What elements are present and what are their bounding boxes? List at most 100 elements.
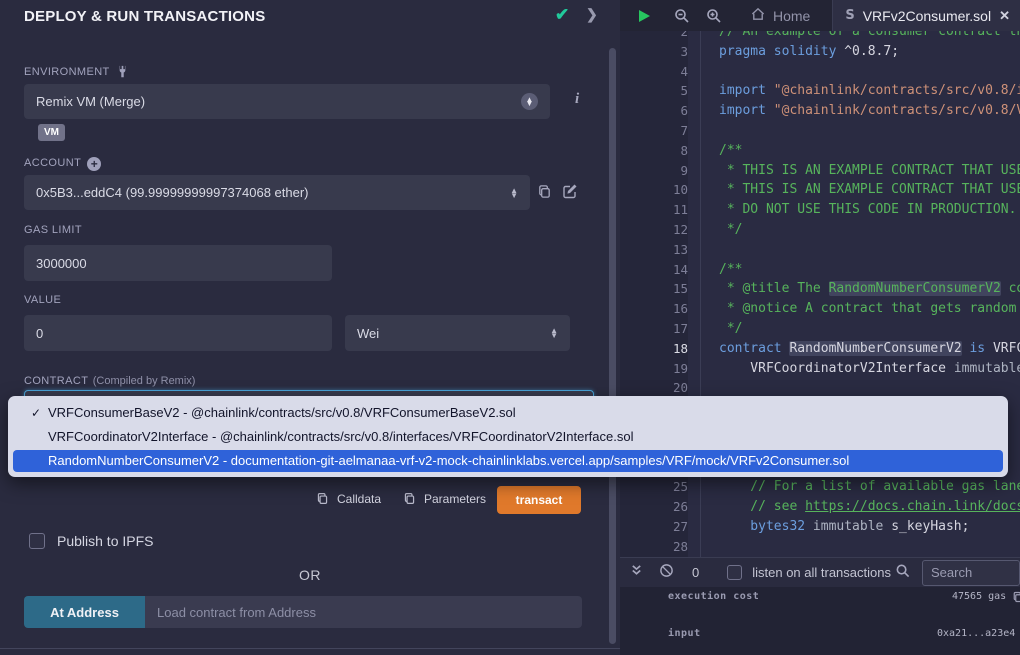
- tab-vrfv2consumer[interactable]: S VRFv2Consumer.sol ✕: [832, 0, 1020, 31]
- code-text: [700, 240, 1020, 260]
- tab-home[interactable]: Home: [742, 0, 818, 31]
- code-text: bytes32 immutable s_keyHash;: [700, 517, 1020, 537]
- line-number: 15: [620, 279, 688, 299]
- line-number: 27: [620, 517, 688, 537]
- editor-tabbar: Home S VRFv2Consumer.sol ✕: [620, 0, 1020, 31]
- value-unit-spinner-icon: ▲▼: [550, 328, 558, 338]
- environment-select[interactable]: Remix VM (Merge) ▲▼: [24, 84, 550, 119]
- code-text: import "@chainlink/contracts/src/v0.8/in: [700, 81, 1020, 101]
- transact-button[interactable]: transact: [497, 486, 581, 514]
- or-separator: OR: [0, 567, 620, 583]
- publish-ipfs-checkbox[interactable]: [29, 533, 45, 549]
- environment-label-row: ENVIRONMENT: [24, 62, 129, 83]
- copy-calldata-icon[interactable]: [316, 492, 329, 510]
- line-number: 2: [620, 31, 688, 42]
- compile-success-check-icon: ✔: [555, 5, 569, 25]
- account-label: ACCOUNT: [24, 157, 81, 169]
- code-line-3: 3 pragma solidity ^0.8.7;: [620, 42, 1020, 62]
- line-number: 12: [620, 220, 688, 240]
- copy-account-icon[interactable]: [537, 184, 552, 204]
- code-line-12: 12 */: [620, 220, 1020, 240]
- account-select[interactable]: 0x5B3...eddC4 (99.99999999997374068 ethe…: [24, 175, 530, 210]
- environment-spinner-icon: ▲▼: [521, 93, 538, 110]
- environment-value: Remix VM (Merge): [36, 94, 145, 109]
- value-unit: Wei: [357, 326, 379, 341]
- environment-info-icon[interactable]: i: [575, 91, 579, 108]
- contract-label-row: CONTRACT (Compiled by Remix): [24, 371, 195, 389]
- vm-badge: VM: [38, 124, 65, 141]
- run-script-icon[interactable]: [636, 8, 652, 24]
- code-text: pragma solidity ^0.8.7;: [700, 42, 1020, 62]
- line-number: 14: [620, 260, 688, 280]
- code-text: [700, 121, 1020, 141]
- terminal-expand-icon[interactable]: [630, 563, 643, 582]
- listen-all-label: listen on all transactions: [752, 565, 891, 580]
- close-tab-icon[interactable]: ✕: [999, 8, 1010, 24]
- at-address-button[interactable]: At Address: [24, 596, 145, 628]
- terminal-search-input[interactable]: [922, 560, 1020, 586]
- code-text: * THIS IS AN EXAMPLE CONTRACT THAT USES: [700, 161, 1020, 181]
- panel-scrollbar[interactable]: [609, 48, 616, 644]
- account-value: 0x5B3...eddC4 (99.99999999997374068 ethe…: [36, 185, 309, 200]
- line-number: 13: [620, 240, 688, 260]
- code-text: // An example of a consumer contract tha…: [700, 31, 1020, 42]
- contract-sublabel: (Compiled by Remix): [93, 375, 196, 387]
- code-text: VRFCoordinatorV2Interface immutable: [700, 359, 1020, 379]
- deploy-run-panel: DEPLOY & RUN TRANSACTIONS ✔ ❯ ENVIRONMEN…: [0, 0, 620, 655]
- copy-value-icon[interactable]: [1012, 590, 1020, 608]
- zoom-out-icon[interactable]: [674, 8, 690, 24]
- code-line-7: 7: [620, 121, 1020, 141]
- clear-console-icon[interactable]: [659, 563, 674, 583]
- value-label: VALUE: [24, 294, 61, 306]
- line-number: 3: [620, 42, 688, 62]
- listen-all-checkbox[interactable]: [727, 565, 742, 580]
- code-text: */: [700, 319, 1020, 339]
- publish-ipfs-label: Publish to IPFS: [57, 533, 154, 549]
- contract-option-label: VRFCoordinatorV2Interface - @chainlink/c…: [48, 429, 633, 444]
- value-input[interactable]: [24, 315, 332, 351]
- terminal-row-value: 0xa21...a23e4: [937, 628, 1015, 639]
- code-text: // For a list of available gas lanes: [700, 477, 1020, 497]
- code-text: [700, 62, 1020, 82]
- edit-account-icon[interactable]: [562, 183, 578, 204]
- at-address-input[interactable]: [145, 596, 582, 628]
- value-unit-select[interactable]: Wei ▲▼: [345, 315, 570, 351]
- code-line-28: 28: [620, 537, 1020, 557]
- parameters-label[interactable]: Parameters: [424, 492, 486, 506]
- code-line-9: 9 * THIS IS AN EXAMPLE CONTRACT THAT USE…: [620, 161, 1020, 181]
- code-line-19: 19 VRFCoordinatorV2Interface immutable: [620, 359, 1020, 379]
- solidity-file-icon: S: [845, 8, 854, 23]
- code-text: * THIS IS AN EXAMPLE CONTRACT THAT USES: [700, 180, 1020, 200]
- code-line-5: 5import "@chainlink/contracts/src/v0.8/i…: [620, 81, 1020, 101]
- code-text: * @notice A contract that gets random v: [700, 299, 1020, 319]
- code-line-27: 27 bytes32 immutable s_keyHash;: [620, 517, 1020, 537]
- section-divider: [0, 648, 620, 649]
- code-text: /**: [700, 260, 1020, 280]
- zoom-in-icon[interactable]: [706, 8, 722, 24]
- terminal-row-label: execution cost: [668, 591, 759, 602]
- plug-icon: [116, 65, 129, 82]
- code-line-25: 25 // For a list of available gas lanes: [620, 477, 1020, 497]
- code-editor[interactable]: 2 // An example of a consumer contract th…: [620, 31, 1020, 557]
- line-number: 19: [620, 359, 688, 379]
- selected-check-icon: ✓: [31, 401, 41, 425]
- line-number: 6: [620, 101, 688, 121]
- code-line-17: 17 */: [620, 319, 1020, 339]
- code-line-18: 18contract RandomNumberConsumerV2 is VRF…: [620, 339, 1020, 359]
- environment-label: ENVIRONMENT: [24, 66, 110, 78]
- contract-option-1[interactable]: VRFCoordinatorV2Interface - @chainlink/c…: [8, 425, 1008, 449]
- code-text: [700, 537, 1020, 557]
- contract-option-label: VRFConsumerBaseV2 - @chainlink/contracts…: [48, 405, 516, 420]
- line-number: 28: [620, 537, 688, 557]
- line-number: 16: [620, 299, 688, 319]
- code-line-11: 11 * DO NOT USE THIS CODE IN PRODUCTION.: [620, 200, 1020, 220]
- code-line-16: 16 * @notice A contract that gets random…: [620, 299, 1020, 319]
- add-account-icon[interactable]: +: [87, 157, 101, 171]
- gas-limit-input[interactable]: [24, 245, 332, 281]
- line-number: 18: [620, 339, 688, 359]
- copy-parameters-icon[interactable]: [403, 492, 416, 510]
- contract-option-2[interactable]: RandomNumberConsumerV2 - documentation-g…: [13, 450, 1003, 472]
- panel-collapse-chevron-icon[interactable]: ❯: [586, 6, 598, 23]
- contract-option-0[interactable]: ✓ VRFConsumerBaseV2 - @chainlink/contract…: [8, 401, 1008, 425]
- calldata-label[interactable]: Calldata: [337, 492, 381, 506]
